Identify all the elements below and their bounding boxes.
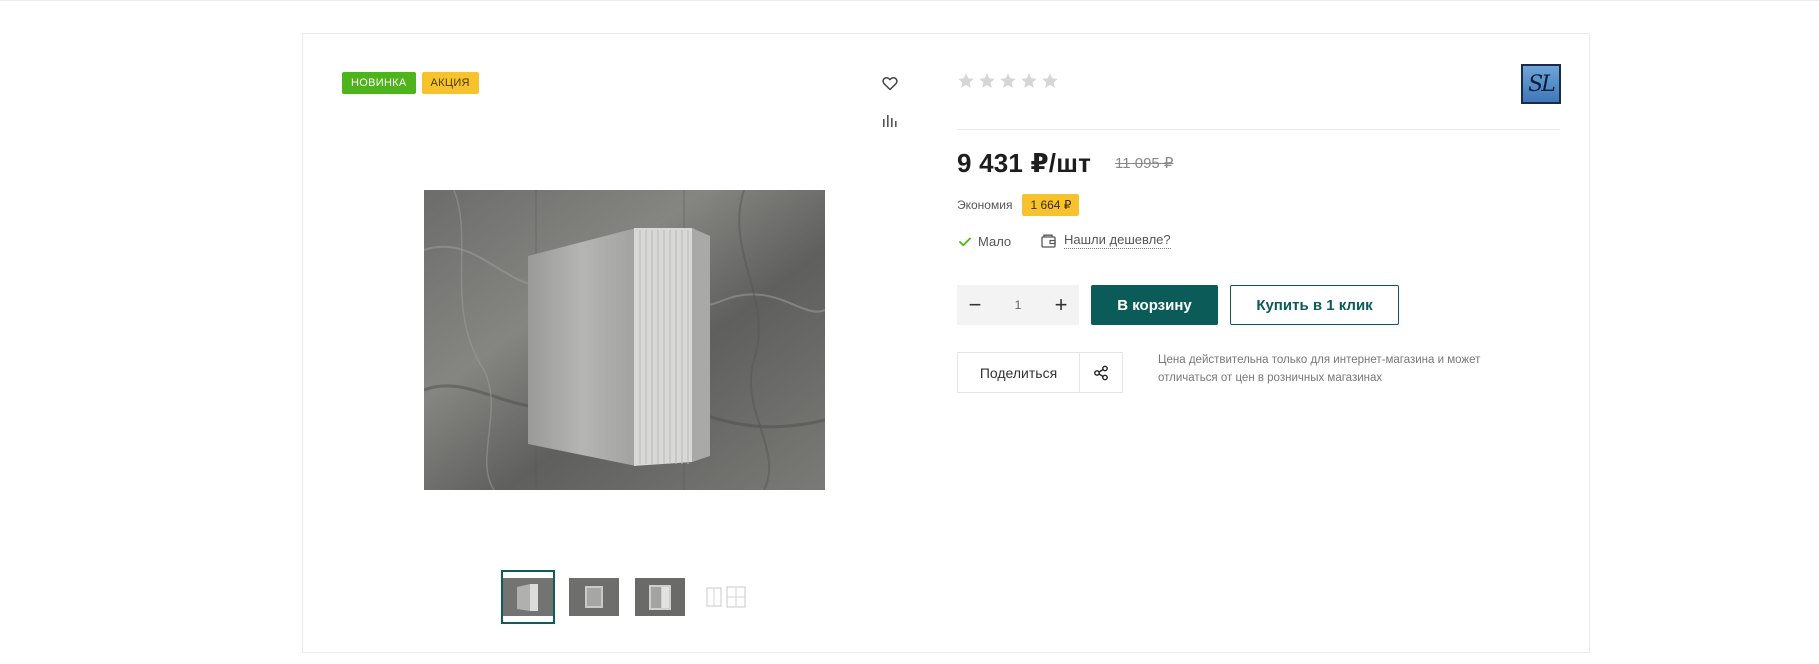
quantity-decrease-button[interactable]: − [957,285,993,325]
economy-row: Экономия 1 664 ₽ [957,194,1080,216]
sticker-sale: АКЦИЯ [421,72,479,94]
quantity-stepper: − + [957,285,1079,325]
share-icon [1094,365,1108,380]
sticker-new: НОВИНКА [342,72,416,94]
thumbnail-image [635,578,685,616]
thumbnail-4[interactable] [699,570,753,624]
add-to-cart-button[interactable]: В корзину [1091,285,1218,325]
wallet-icon [1041,234,1056,248]
quantity-input[interactable] [998,298,1038,312]
availability: Мало [959,234,1011,249]
mirror-cabinet-photo [424,190,825,490]
compare-button[interactable] [879,110,901,132]
thumbnail-2[interactable] [567,570,621,624]
availability-label: Мало [978,234,1012,249]
product-stickers: НОВИНКА АКЦИЯ [342,72,479,94]
thumbnail-1[interactable] [501,570,555,624]
top-divider [0,0,1819,1]
share-icon-wrap [1080,353,1122,392]
share-label: Поделиться [958,353,1080,392]
buy-one-click-button[interactable]: Купить в 1 клик [1230,285,1399,325]
heart-icon [882,76,898,90]
price-note: Цена действительна только для интернет-м… [1158,354,1481,384]
rating-stars [957,72,1059,90]
bar-chart-icon [883,115,897,127]
star-icon [958,73,974,88]
product-main-image[interactable] [424,190,825,490]
economy-badge: 1 664 ₽ [1022,194,1080,216]
thumbnail-image [569,578,619,616]
thumbnail-image [701,578,751,616]
economy-label: Экономия [957,198,1013,212]
divider [957,129,1560,130]
product-thumbnails [501,570,753,624]
star-icon [1000,73,1016,88]
found-cheaper-link[interactable]: Нашли дешевле? [1041,232,1171,249]
brand-logo-text: SL [1528,71,1556,97]
favorite-button[interactable] [879,72,901,94]
share-button[interactable]: Поделиться [957,352,1123,393]
star-icon [1021,73,1037,88]
current-price: 9 431 ₽/шт [957,148,1092,178]
old-price: 11 095 ₽ [1115,155,1174,172]
thumbnail-3[interactable] [633,570,687,624]
quantity-increase-button[interactable]: + [1043,285,1079,325]
found-cheaper-label: Нашли дешевле? [1064,232,1171,249]
thumbnail-image [503,578,553,616]
brand-logo[interactable]: SL [1521,64,1561,104]
check-icon [959,237,971,246]
star-icon [979,73,995,88]
star-icon [1042,73,1058,88]
